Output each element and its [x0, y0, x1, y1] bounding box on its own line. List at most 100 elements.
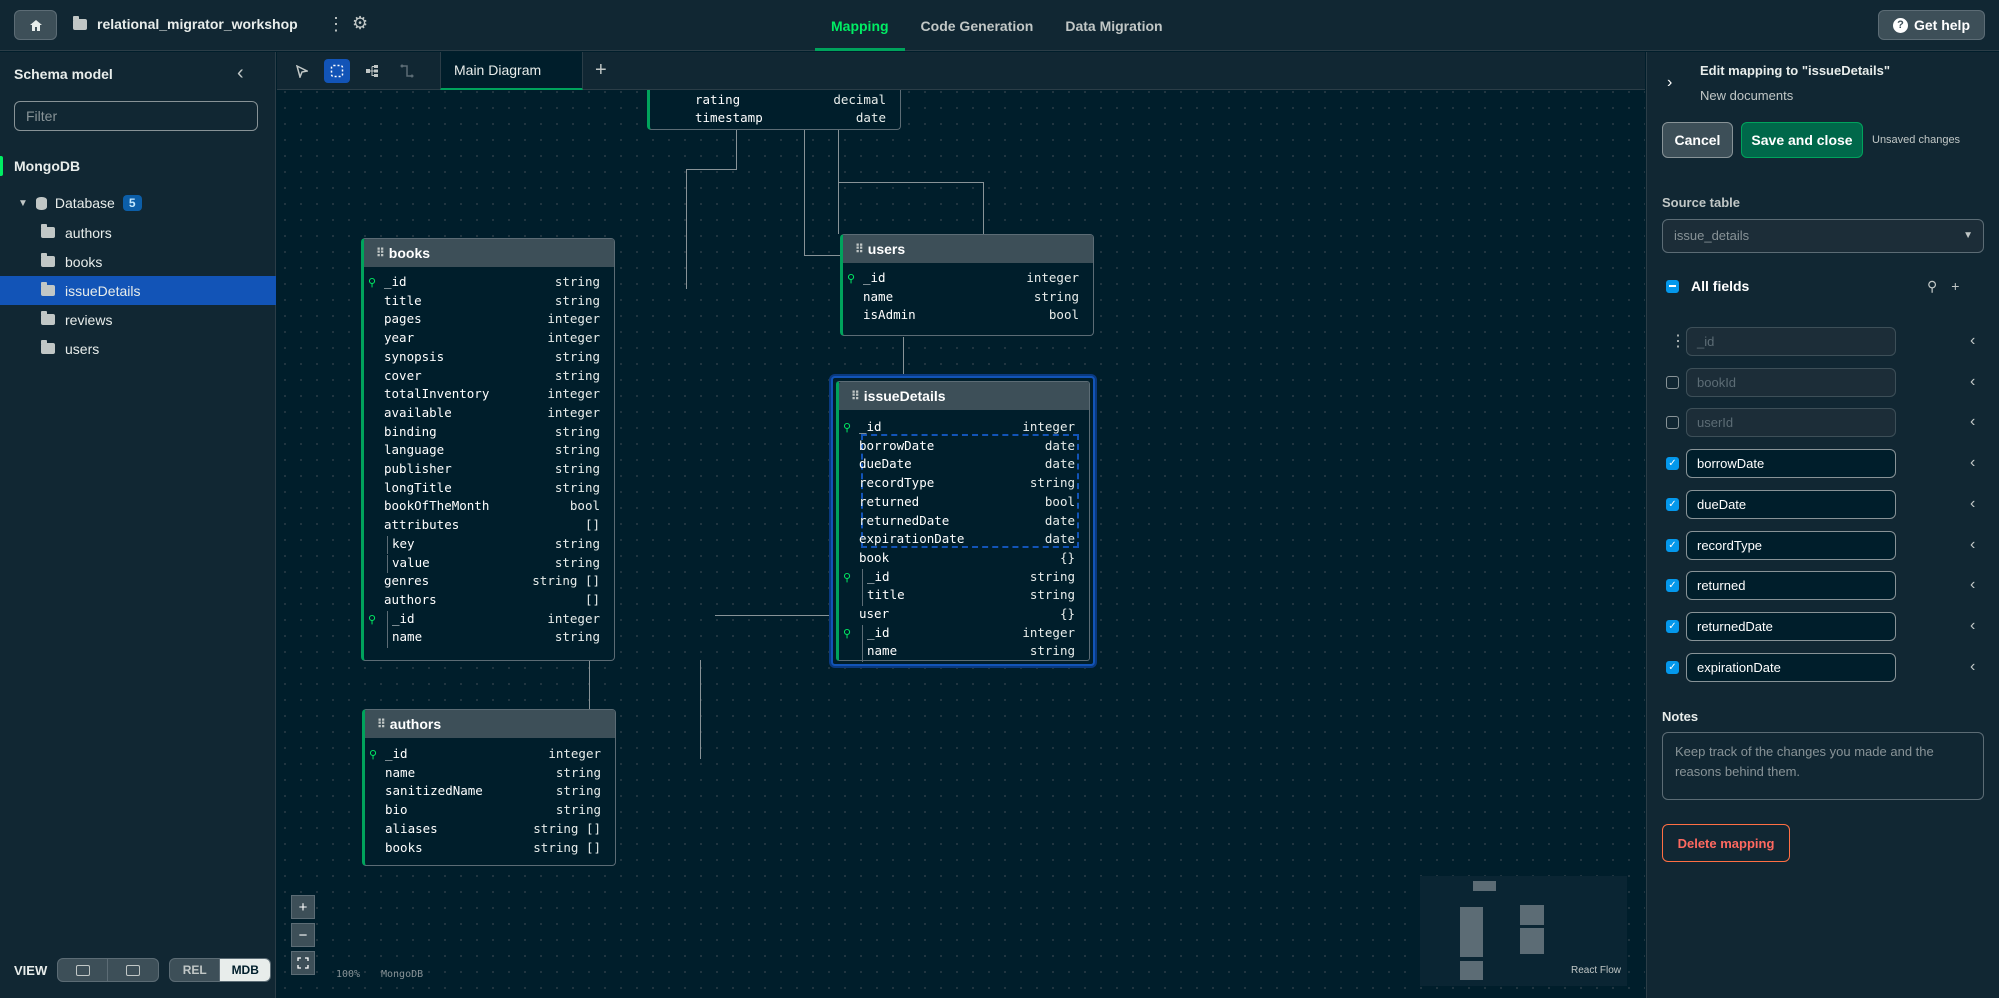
- field-row[interactable]: ⚲ _id string: [368, 274, 600, 293]
- field-row[interactable]: title string: [862, 587, 1075, 606]
- relationship-edge[interactable]: [838, 182, 983, 183]
- field-row[interactable]: book {}: [859, 550, 1075, 569]
- field-row[interactable]: publisher string: [384, 461, 600, 480]
- notes-textarea[interactable]: Keep track of the changes you made and t…: [1662, 732, 1984, 800]
- field-row[interactable]: authors []: [384, 592, 600, 611]
- field-checkbox[interactable]: ✓: [1666, 497, 1679, 511]
- relationship-edge[interactable]: [686, 169, 737, 170]
- filter-input[interactable]: Filter: [14, 101, 258, 131]
- save-and-close-button[interactable]: Save and close: [1741, 122, 1863, 158]
- field-name-input[interactable]: dueDate: [1686, 489, 1896, 519]
- sidebar-item-books[interactable]: books: [0, 247, 276, 276]
- sidebar-item-users[interactable]: users: [0, 334, 276, 363]
- field-name-input[interactable]: userId: [1686, 408, 1896, 438]
- field-row[interactable]: key string: [387, 535, 600, 555]
- relationship-edge[interactable]: [736, 129, 737, 169]
- source-label[interactable]: MongoDB: [14, 158, 80, 174]
- expand-field-icon[interactable]: ‹: [1970, 454, 1975, 472]
- project-menu-icon[interactable]: ⋮: [327, 14, 345, 34]
- view-layout-columns-button[interactable]: [108, 959, 158, 981]
- source-table-select[interactable]: issue_details ▼: [1662, 219, 1984, 253]
- sidebar-item-reviews[interactable]: reviews: [0, 305, 276, 334]
- field-name-input[interactable]: returnedDate: [1686, 611, 1896, 641]
- field-row[interactable]: pages integer: [384, 311, 600, 330]
- chevron-right-icon[interactable]: ›: [1667, 74, 1672, 92]
- field-row[interactable]: ⚲ _id integer: [843, 419, 1075, 438]
- field-row[interactable]: ⚲ _id integer: [368, 610, 600, 630]
- field-row[interactable]: name string: [387, 629, 600, 648]
- field-row[interactable]: binding string: [384, 424, 600, 443]
- get-help-button[interactable]: ? Get help: [1878, 10, 1985, 40]
- all-fields-checkbox[interactable]: [1666, 279, 1679, 293]
- field-row[interactable]: bio string: [385, 802, 601, 821]
- field-name-input[interactable]: borrowDate: [1686, 449, 1896, 479]
- field-row[interactable]: bookOfTheMonth bool: [384, 498, 600, 517]
- field-name-input[interactable]: bookId: [1686, 367, 1896, 397]
- field-name-input[interactable]: _id: [1686, 327, 1896, 356]
- sidebar-item-authors[interactable]: authors: [0, 218, 276, 247]
- field-row[interactable]: longTitle string: [384, 480, 600, 499]
- expand-field-icon[interactable]: ‹: [1970, 413, 1975, 431]
- field-row[interactable]: isAdmin bool: [863, 307, 1079, 326]
- relationship-edge[interactable]: [903, 337, 904, 377]
- field-row[interactable]: ⚲ _id integer: [369, 746, 601, 765]
- field-name-input[interactable]: returned: [1686, 571, 1896, 601]
- delete-mapping-button[interactable]: Delete mapping: [1662, 824, 1790, 862]
- caret-down-icon[interactable]: ▼: [18, 198, 28, 209]
- tab-main-diagram[interactable]: Main Diagram: [440, 52, 583, 90]
- field-row[interactable]: ⚲ _id string: [843, 568, 1075, 588]
- view-mdb-button[interactable]: MDB: [220, 959, 271, 981]
- zoom-out-button[interactable]: −: [291, 923, 315, 947]
- field-row[interactable]: language string: [384, 442, 600, 461]
- expand-field-icon[interactable]: ‹: [1970, 658, 1975, 676]
- field-checkbox[interactable]: [1666, 416, 1679, 430]
- tab-data-migration[interactable]: Data Migration: [1049, 0, 1178, 51]
- drag-handle-icon[interactable]: ⠿: [851, 389, 860, 403]
- react-flow-attribution[interactable]: React Flow: [1571, 965, 1621, 976]
- expand-field-icon[interactable]: ‹: [1970, 332, 1975, 350]
- relationship-edge[interactable]: [686, 169, 687, 289]
- node-header[interactable]: ⠿ issueDetails: [839, 382, 1089, 410]
- field-row[interactable]: ⚲ _id integer: [843, 624, 1075, 644]
- expand-field-icon[interactable]: ‹: [1970, 617, 1975, 635]
- node-header[interactable]: ⠿ books: [364, 239, 614, 267]
- field-row[interactable]: genres string []: [384, 573, 600, 592]
- database-row[interactable]: ▼ Database 5: [18, 195, 142, 211]
- field-row[interactable]: recordType string: [859, 475, 1075, 494]
- field-name-input[interactable]: expirationDate: [1686, 652, 1896, 682]
- expand-field-icon[interactable]: ‹: [1970, 576, 1975, 594]
- field-checkbox[interactable]: ✓: [1666, 660, 1679, 674]
- field-menu-icon[interactable]: ⋮: [1670, 331, 1686, 351]
- field-row[interactable]: sanitizedName string: [385, 783, 601, 802]
- drag-handle-icon[interactable]: ⠿: [855, 242, 864, 256]
- field-row[interactable]: name string: [863, 289, 1079, 308]
- diagram-canvas[interactable]: Main Diagram + rating decimal timestamp da…: [277, 52, 1645, 998]
- field-row[interactable]: synopsis string: [384, 349, 600, 368]
- field-row[interactable]: attributes []: [384, 517, 600, 536]
- node-header[interactable]: ⠿ users: [843, 235, 1093, 263]
- all-fields-row[interactable]: All fields: [1666, 278, 1749, 294]
- field-row[interactable]: title string: [384, 293, 600, 312]
- node-header[interactable]: ⠿ authors: [365, 710, 615, 738]
- gear-icon[interactable]: ⚙: [352, 13, 368, 34]
- field-row[interactable]: name string: [385, 765, 601, 784]
- field-row[interactable]: available integer: [384, 405, 600, 424]
- drag-handle-icon[interactable]: ⠿: [376, 246, 385, 260]
- field-row[interactable]: totalInventory integer: [384, 386, 600, 405]
- field-row[interactable]: cover string: [384, 368, 600, 387]
- add-field-icon[interactable]: +: [1951, 278, 1959, 295]
- auto-layout-tool-icon[interactable]: [359, 59, 385, 83]
- relationship-edge[interactable]: [804, 129, 805, 255]
- field-row[interactable]: returned bool: [859, 494, 1075, 513]
- issuedetails-node[interactable]: ⠿ issueDetails ⚲ _id integer borrowDate date d…: [831, 376, 1095, 666]
- users-node[interactable]: ⠿ users ⚲ _id integer name string isAdmin bool: [840, 234, 1094, 336]
- project-title[interactable]: relational_migrator_workshop: [73, 15, 298, 32]
- field-row[interactable]: aliases string []: [385, 821, 601, 840]
- reviews-node[interactable]: rating decimal timestamp date: [647, 90, 901, 130]
- field-row[interactable]: ⚲ _id integer: [847, 270, 1079, 289]
- field-row[interactable]: returnedDate date: [859, 513, 1075, 532]
- relationship-tool-icon[interactable]: [394, 59, 420, 83]
- field-checkbox[interactable]: ✓: [1666, 579, 1679, 593]
- expand-field-icon[interactable]: ‹: [1970, 373, 1975, 391]
- view-layout-rows-button[interactable]: [58, 959, 109, 981]
